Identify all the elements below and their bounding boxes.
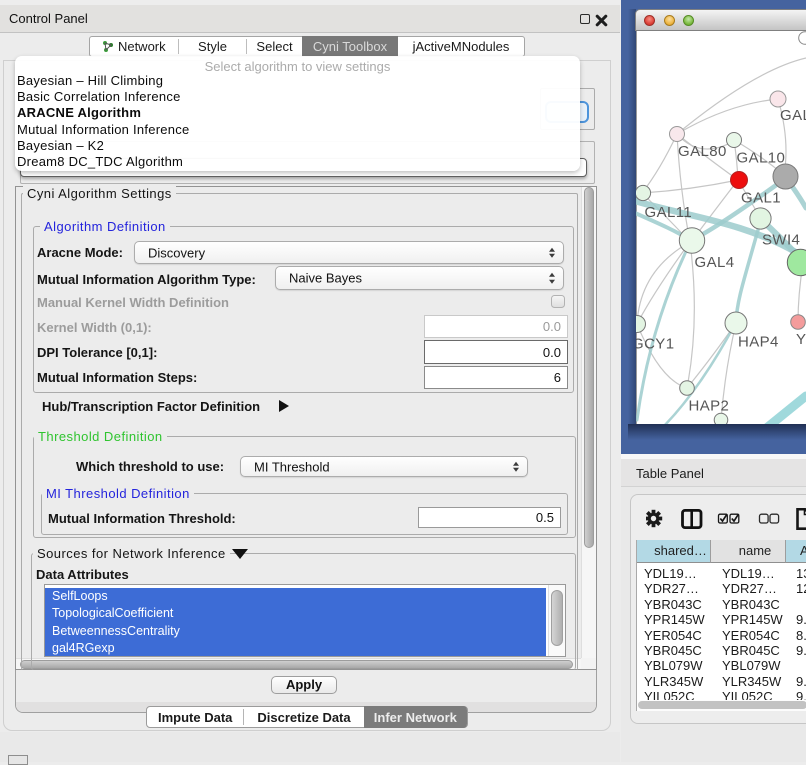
svg-text:HAP2: HAP2 xyxy=(689,398,730,415)
svg-text:GAL1: GAL1 xyxy=(741,190,781,207)
svg-text:Y: Y xyxy=(796,331,806,348)
svg-text:SWI4: SWI4 xyxy=(762,232,800,249)
svg-text:GAL80: GAL80 xyxy=(678,143,727,160)
svg-text:GCY1: GCY1 xyxy=(636,336,674,353)
svg-text:GAL11: GAL11 xyxy=(645,204,693,221)
svg-text:GAL: GAL xyxy=(780,107,806,124)
svg-text:HAP4: HAP4 xyxy=(738,334,779,351)
svg-text:GAL10: GAL10 xyxy=(737,150,786,167)
svg-text:GAL4: GAL4 xyxy=(695,254,735,271)
